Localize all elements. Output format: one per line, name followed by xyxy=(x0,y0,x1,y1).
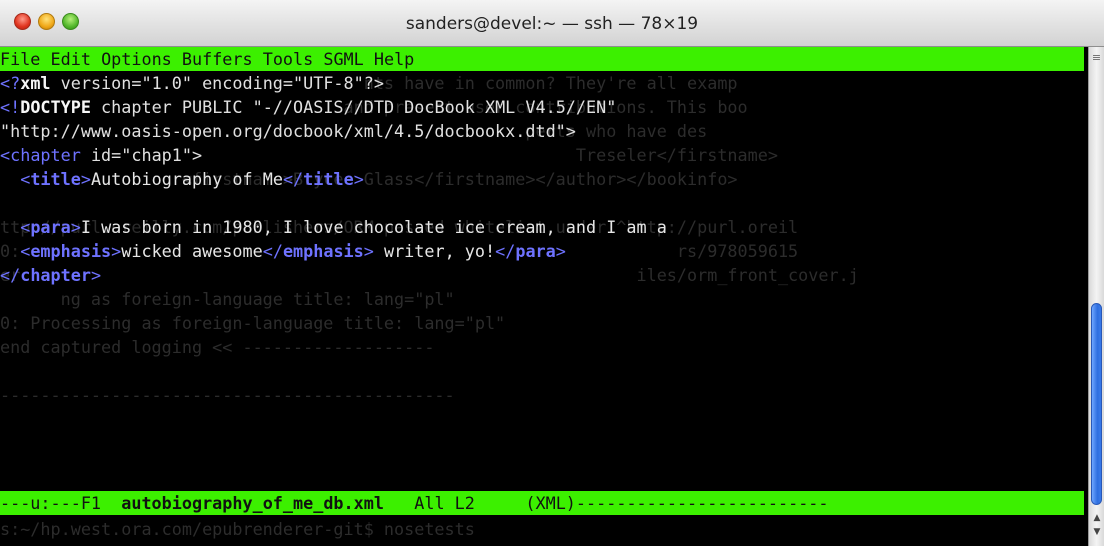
doctype-line: <!DOCTYPE chapter PUBLIC "-//OASIS//DTD … xyxy=(0,95,616,119)
scroll-up-arrow-icon[interactable]: ▲ xyxy=(1092,513,1102,523)
emphasis-close-lt: </ xyxy=(262,241,283,261)
emphasis-line: <emphasis>wicked awesome</emphasis> writ… xyxy=(0,239,566,263)
para-text: I was born in 1980, I love chocolate ice… xyxy=(80,217,667,237)
chapter-close-lt: </ xyxy=(0,265,21,285)
title-bar[interactable]: sanders@devel:~ — ssh — 78×19 xyxy=(0,0,1104,47)
para-close-tag-name: para xyxy=(515,241,556,261)
vertical-scrollbar[interactable]: ≡ ▲ ▼ xyxy=(1088,47,1104,546)
xml-decl-open: <? xyxy=(0,73,21,93)
emacs-mode-line: ---u:---F1 autobiography_of_me_db.xml Al… xyxy=(0,491,1084,515)
ghost-prompt-line: s:~/hp.west.ora.com/epubrenderer-git$ no… xyxy=(0,519,475,539)
title-open-tag-name: title xyxy=(30,169,81,189)
emphasis-text: wicked awesome xyxy=(121,241,263,261)
doctype-keyword: DOCTYPE xyxy=(20,97,91,117)
emphasis-close-tag-name: emphasis xyxy=(282,241,364,261)
emphasis-tail-text: writer, yo! xyxy=(373,241,496,261)
title-close-tag-name: title xyxy=(303,169,354,189)
para-open-gt: > xyxy=(70,217,81,237)
para-close-lt: </ xyxy=(495,241,516,261)
emacs-editor[interactable]: File Edit Options Buffers Tools SGML Hel… xyxy=(0,47,1084,503)
modeline-position: All L2 xyxy=(383,493,526,513)
chapter-close-line: </chapter> xyxy=(0,263,101,287)
xml-decl-keyword: xml xyxy=(20,73,51,93)
menu-item-help[interactable]: Help xyxy=(374,49,414,69)
title-text: Autobiography of Me xyxy=(90,169,283,189)
menu-item-tools[interactable]: Tools xyxy=(263,49,324,69)
chapter-open-attributes: id="chap1"> xyxy=(80,145,203,165)
emphasis-open-gt: > xyxy=(111,241,122,261)
title-close-lt: </ xyxy=(282,169,304,189)
modeline-status: ---u:---F1 xyxy=(0,493,122,513)
emphasis-open-lt: < xyxy=(20,241,31,261)
terminal-content[interactable]: nts have in common? They're all examp an… xyxy=(0,47,1084,546)
title-close-gt: > xyxy=(353,169,364,189)
menu-item-edit[interactable]: Edit xyxy=(51,49,102,69)
chapter-open-tag-name: chapter xyxy=(10,145,81,165)
menu-item-options[interactable]: Options xyxy=(101,49,182,69)
doctype-open: <! xyxy=(0,97,21,117)
menu-item-sgml[interactable]: SGML xyxy=(323,49,374,69)
emacs-menu-bar: File Edit Options Buffers Tools SGML Hel… xyxy=(0,47,1084,71)
chapter-close-gt: > xyxy=(90,265,102,285)
terminal-window: sanders@devel:~ — ssh — 78×19 nts have i… xyxy=(0,0,1104,546)
menu-items: File Edit Options Buffers Tools SGML Hel… xyxy=(0,47,414,71)
chapter-open-lt: < xyxy=(0,145,11,165)
title-open-lt: < xyxy=(20,169,31,189)
doctype-url-line: "http://www.oasis-open.org/docbook/xml/4… xyxy=(0,121,576,141)
xml-declaration-line: <?xml version="1.0" encoding="UTF-8"?> xyxy=(0,71,384,95)
title-line: <title>Autobiography of Me</title> xyxy=(0,167,364,191)
split-pane-icon[interactable]: ≡ xyxy=(1090,51,1103,65)
xml-decl-attributes: version="1.0" encoding="UTF-8"?> xyxy=(50,73,384,93)
menu-item-file[interactable]: File xyxy=(0,49,51,69)
scrollbar-thumb[interactable] xyxy=(1091,303,1102,505)
doctype-public-id: chapter PUBLIC "-//OASIS//DTD DocBook XM… xyxy=(90,97,617,117)
scroll-down-arrow-icon[interactable]: ▼ xyxy=(1092,527,1102,537)
para-close-gt: > xyxy=(555,241,566,261)
chapter-close-tag-name: chapter xyxy=(20,265,91,285)
window-title: sanders@devel:~ — ssh — 78×19 xyxy=(405,14,699,34)
menu-item-buffers[interactable]: Buffers xyxy=(182,49,263,69)
title-open-gt: > xyxy=(80,169,91,189)
para-open-tag-name: para xyxy=(30,217,71,237)
chapter-open-line: <chapter id="chap1"> xyxy=(0,143,202,167)
emphasis-open-tag-name: emphasis xyxy=(30,241,112,261)
modeline-major-mode: (XML) xyxy=(525,493,576,513)
modeline-buffer-name: autobiography_of_me_db.xml xyxy=(121,493,384,513)
para-open-lt: < xyxy=(20,217,31,237)
modeline-fill: ------------------------- xyxy=(575,493,829,513)
para-line: <para>I was born in 1980, I love chocola… xyxy=(0,215,667,239)
emphasis-close-gt: > xyxy=(363,241,374,261)
